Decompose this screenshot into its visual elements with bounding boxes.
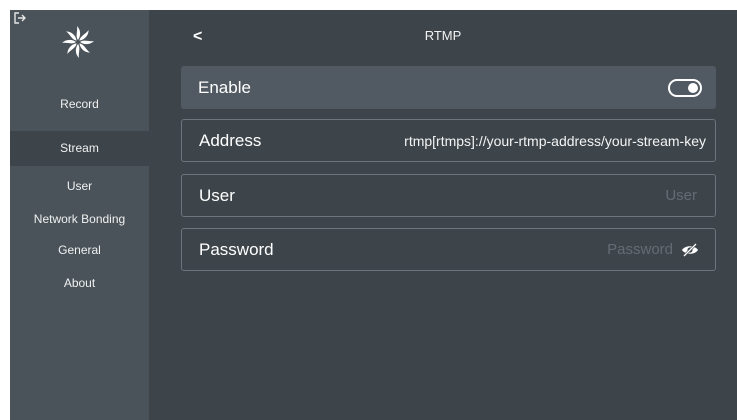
address-label: Address <box>199 130 262 150</box>
sidebar-item-label: Network Bonding <box>33 212 126 226</box>
password-row: Password <box>181 228 716 271</box>
user-label: User <box>199 185 235 205</box>
sidebar-item-record[interactable]: Record <box>10 96 149 112</box>
sidebar-item-label: User <box>66 179 93 193</box>
sidebar-item-label: About <box>63 276 96 290</box>
password-input[interactable] <box>491 240 675 259</box>
logo-icon <box>60 24 96 60</box>
sidebar: Record Stream User Network Bonding Gener… <box>10 10 149 420</box>
sidebar-item-about[interactable]: About <box>10 275 149 291</box>
sidebar-item-general[interactable]: General <box>10 242 149 258</box>
enable-row: Enable <box>181 66 716 109</box>
page-title: RTMP <box>424 28 462 43</box>
sidebar-item-user[interactable]: User <box>10 178 149 194</box>
eye-hidden-icon[interactable] <box>681 242 699 257</box>
logout-icon[interactable] <box>14 12 26 24</box>
sidebar-item-network-bonding[interactable]: Network Bonding <box>10 211 149 227</box>
toggle-knob <box>688 83 698 93</box>
app-frame: Record Stream User Network Bonding Gener… <box>10 10 737 420</box>
address-row[interactable]: Address rtmp[rtmps]://your-rtmp-address/… <box>181 119 716 162</box>
sidebar-item-label: Stream <box>60 141 99 155</box>
enable-label: Enable <box>198 77 251 97</box>
user-input[interactable] <box>475 186 699 205</box>
sidebar-item-label: Record <box>60 97 99 111</box>
password-label: Password <box>199 239 274 259</box>
user-row: User <box>181 174 716 217</box>
enable-toggle[interactable] <box>668 79 702 97</box>
sidebar-item-label: General <box>58 243 101 257</box>
address-value[interactable]: rtmp[rtmps]://your-rtmp-address/your-str… <box>404 120 706 161</box>
sidebar-item-stream[interactable]: Stream <box>10 131 149 166</box>
